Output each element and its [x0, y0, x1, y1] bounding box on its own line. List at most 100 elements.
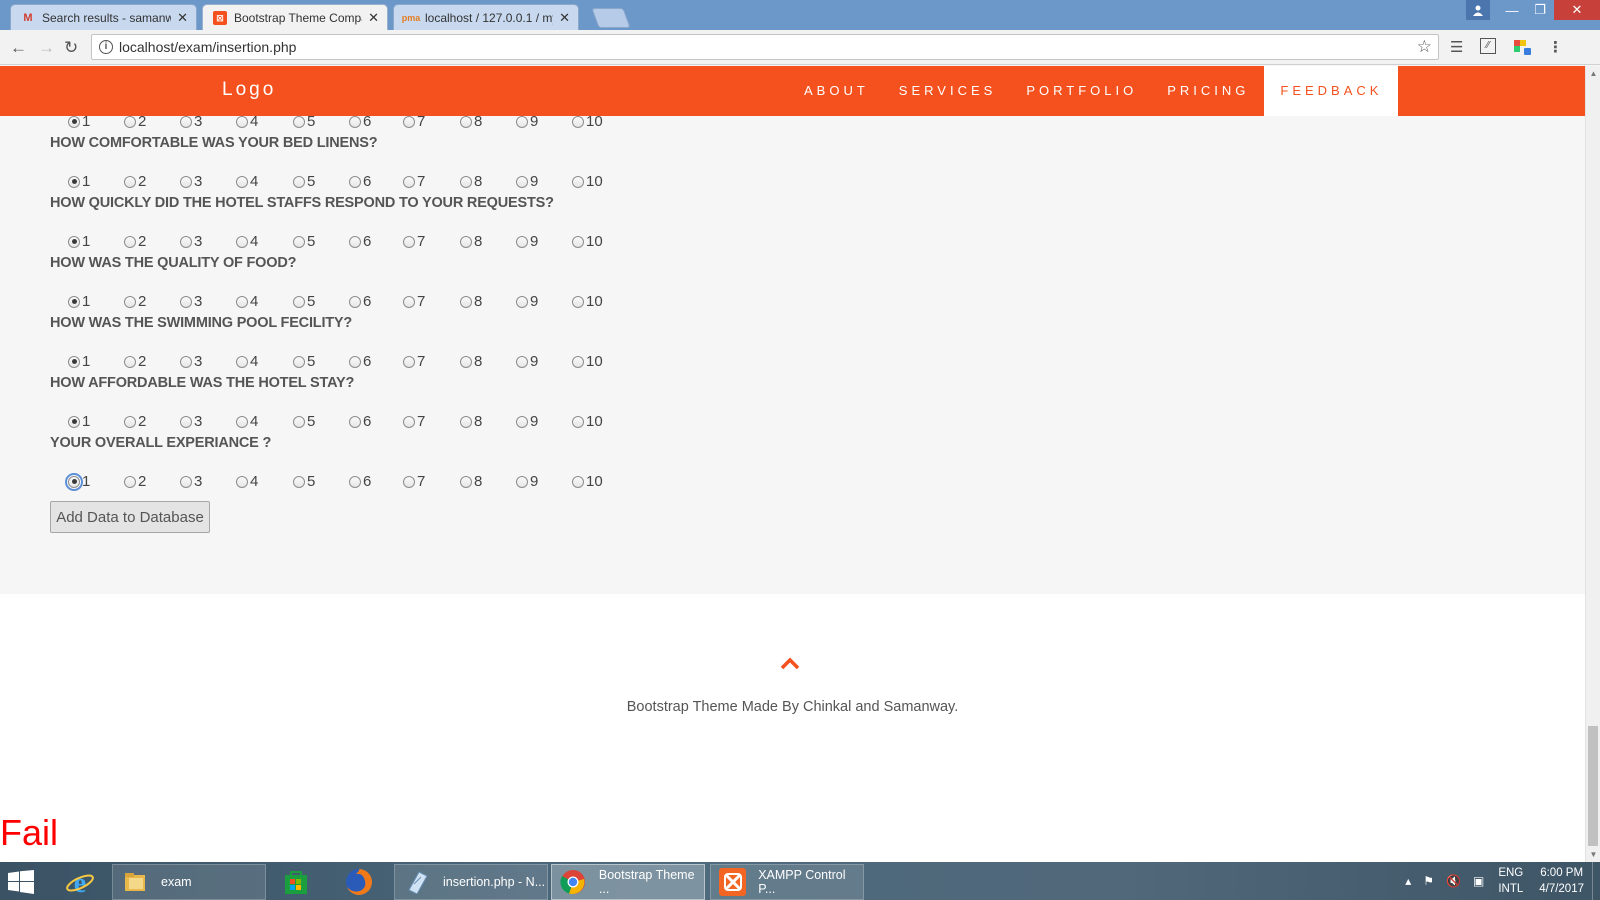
rating-option[interactable]: 10	[572, 233, 603, 250]
rating-option[interactable]: 1	[68, 173, 90, 190]
radio-button[interactable]	[516, 295, 528, 308]
rating-option[interactable]: 7	[403, 413, 425, 430]
info-icon[interactable]: i	[99, 40, 113, 54]
rating-option[interactable]: 9	[516, 173, 538, 190]
rating-option[interactable]: 8	[460, 413, 482, 430]
radio-button[interactable]	[236, 415, 248, 428]
radio-button[interactable]	[124, 415, 136, 428]
rating-option[interactable]: 1	[68, 353, 90, 370]
rating-option[interactable]: 5	[293, 473, 315, 490]
radio-button[interactable]	[572, 355, 584, 368]
rating-option[interactable]: 1	[68, 116, 90, 130]
radio-button[interactable]	[403, 295, 415, 308]
rating-option[interactable]: 7	[403, 293, 425, 310]
scroll-down-icon[interactable]: ▼	[1586, 847, 1600, 862]
rating-option[interactable]: 9	[516, 233, 538, 250]
rating-option[interactable]: 10	[572, 116, 603, 130]
nav-feedback[interactable]: FEEDBACK	[1264, 66, 1399, 116]
radio-button[interactable]	[403, 235, 415, 248]
nav-pricing[interactable]: PRICING	[1152, 66, 1264, 116]
rating-option[interactable]: 9	[516, 413, 538, 430]
radio-button[interactable]	[68, 175, 80, 188]
close-tab-icon[interactable]: ✕	[177, 10, 188, 26]
taskbar-item-xampp[interactable]: XAMPP Control P...	[710, 864, 864, 900]
rating-option[interactable]: 9	[516, 293, 538, 310]
speaker-muted-icon[interactable]: 🔇	[1446, 874, 1461, 888]
radio-button[interactable]	[180, 355, 192, 368]
rating-option[interactable]: 4	[236, 413, 258, 430]
chevron-up-icon[interactable]	[780, 656, 800, 675]
rating-option[interactable]: 6	[349, 353, 371, 370]
radio-button[interactable]	[293, 295, 305, 308]
network-icon[interactable]: ▣	[1473, 874, 1484, 888]
radio-button[interactable]	[236, 355, 248, 368]
rating-option[interactable]: 2	[124, 413, 146, 430]
rating-option[interactable]: 10	[572, 173, 603, 190]
radio-button[interactable]	[403, 415, 415, 428]
rating-option[interactable]: 1	[68, 413, 90, 430]
radio-button[interactable]	[124, 475, 136, 488]
radio-button[interactable]	[65, 472, 83, 491]
radio-button[interactable]	[68, 295, 80, 308]
rating-option[interactable]: 7	[403, 233, 425, 250]
radio-button[interactable]	[403, 355, 415, 368]
rating-option[interactable]: 8	[460, 173, 482, 190]
page-scrollbar[interactable]: ▲ ▼	[1585, 66, 1600, 862]
nav-services[interactable]: SERVICES	[884, 66, 1012, 116]
firefox-icon[interactable]	[335, 866, 383, 898]
radio-button[interactable]	[572, 116, 584, 128]
taskbar-item-chrome[interactable]: Bootstrap Theme ...	[551, 864, 705, 900]
site-logo[interactable]: Logo	[222, 79, 276, 101]
address-bar[interactable]: i localhost/exam/insertion.php ☆	[91, 34, 1439, 60]
add-data-button[interactable]: Add Data to Database	[50, 501, 210, 533]
rating-option[interactable]: 8	[460, 473, 482, 490]
radio-button[interactable]	[293, 415, 305, 428]
rating-option[interactable]: 10	[572, 293, 603, 310]
scroll-up-icon[interactable]: ▲	[1586, 66, 1600, 81]
forward-arrow-icon[interactable]: →	[38, 38, 55, 58]
radio-button[interactable]	[124, 116, 136, 128]
rating-option[interactable]: 4	[236, 233, 258, 250]
radio-button[interactable]	[349, 175, 361, 188]
radio-button[interactable]	[572, 235, 584, 248]
radio-button[interactable]	[572, 175, 584, 188]
radio-button[interactable]	[68, 415, 80, 428]
action-center-flag-icon[interactable]: ⚑	[1423, 874, 1434, 888]
extension-icon[interactable]: ⁄⁄	[1480, 38, 1496, 54]
radio-button[interactable]	[236, 475, 248, 488]
radio-button[interactable]	[293, 235, 305, 248]
rating-option[interactable]: 3	[180, 173, 202, 190]
radio-button[interactable]	[572, 475, 584, 488]
radio-button[interactable]	[236, 175, 248, 188]
rating-option[interactable]: 4	[236, 473, 258, 490]
rating-option[interactable]: 7	[403, 353, 425, 370]
rating-option[interactable]: 3	[180, 116, 202, 130]
radio-button[interactable]	[460, 116, 472, 128]
rating-option[interactable]: 2	[124, 116, 146, 130]
rating-option[interactable]: 6	[349, 173, 371, 190]
radio-button[interactable]	[516, 116, 528, 128]
rating-option[interactable]: 10	[572, 473, 603, 490]
rating-option[interactable]: 7	[403, 473, 425, 490]
radio-button[interactable]	[124, 175, 136, 188]
store-icon[interactable]	[272, 866, 320, 898]
rating-option[interactable]: 4	[236, 353, 258, 370]
rating-option[interactable]: 5	[293, 173, 315, 190]
radio-button[interactable]	[403, 475, 415, 488]
tab-phpmyadmin[interactable]: pma localhost / 127.0.0.1 / my ✕	[393, 4, 579, 30]
radio-button[interactable]	[236, 295, 248, 308]
tab-gmail-search[interactable]: M Search results - samanw ✕	[10, 4, 197, 30]
radio-button[interactable]	[516, 175, 528, 188]
rating-option[interactable]: 5	[293, 413, 315, 430]
rating-option[interactable]: 3	[180, 293, 202, 310]
radio-button[interactable]	[180, 116, 192, 128]
internet-explorer-icon[interactable]: e	[56, 866, 104, 898]
radio-button[interactable]	[349, 235, 361, 248]
rating-option[interactable]: 6	[349, 473, 371, 490]
rating-option[interactable]: 5	[293, 353, 315, 370]
bookmark-star-icon[interactable]: ☆	[1417, 35, 1432, 59]
radio-button[interactable]	[349, 355, 361, 368]
rating-option[interactable]: 2	[124, 293, 146, 310]
radio-button[interactable]	[68, 235, 80, 248]
radio-button[interactable]	[124, 355, 136, 368]
